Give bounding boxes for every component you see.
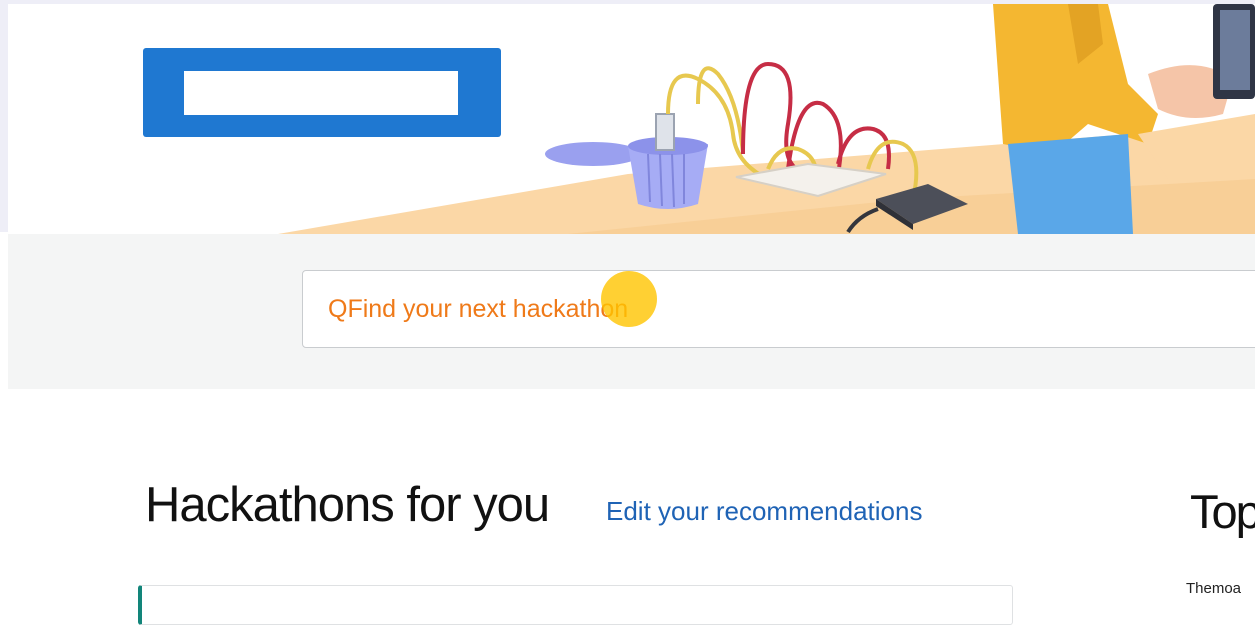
cursor-highlight [601,271,657,327]
site-logo[interactable] [143,48,501,137]
logo-mark [184,71,458,115]
search-placeholder: QFind your next hackathon [328,295,629,323]
hackathon-card[interactable] [138,585,1013,625]
sidebar-title: Top [1190,485,1255,538]
window-frame-left [0,0,8,232]
edit-recommendations-link[interactable]: Edit your recommendations [606,496,922,527]
section-title: Hackathons for you [145,478,550,532]
search-input[interactable]: QFind your next hackathon [302,270,1255,348]
sidebar-snippet: Themoa [1186,580,1242,597]
